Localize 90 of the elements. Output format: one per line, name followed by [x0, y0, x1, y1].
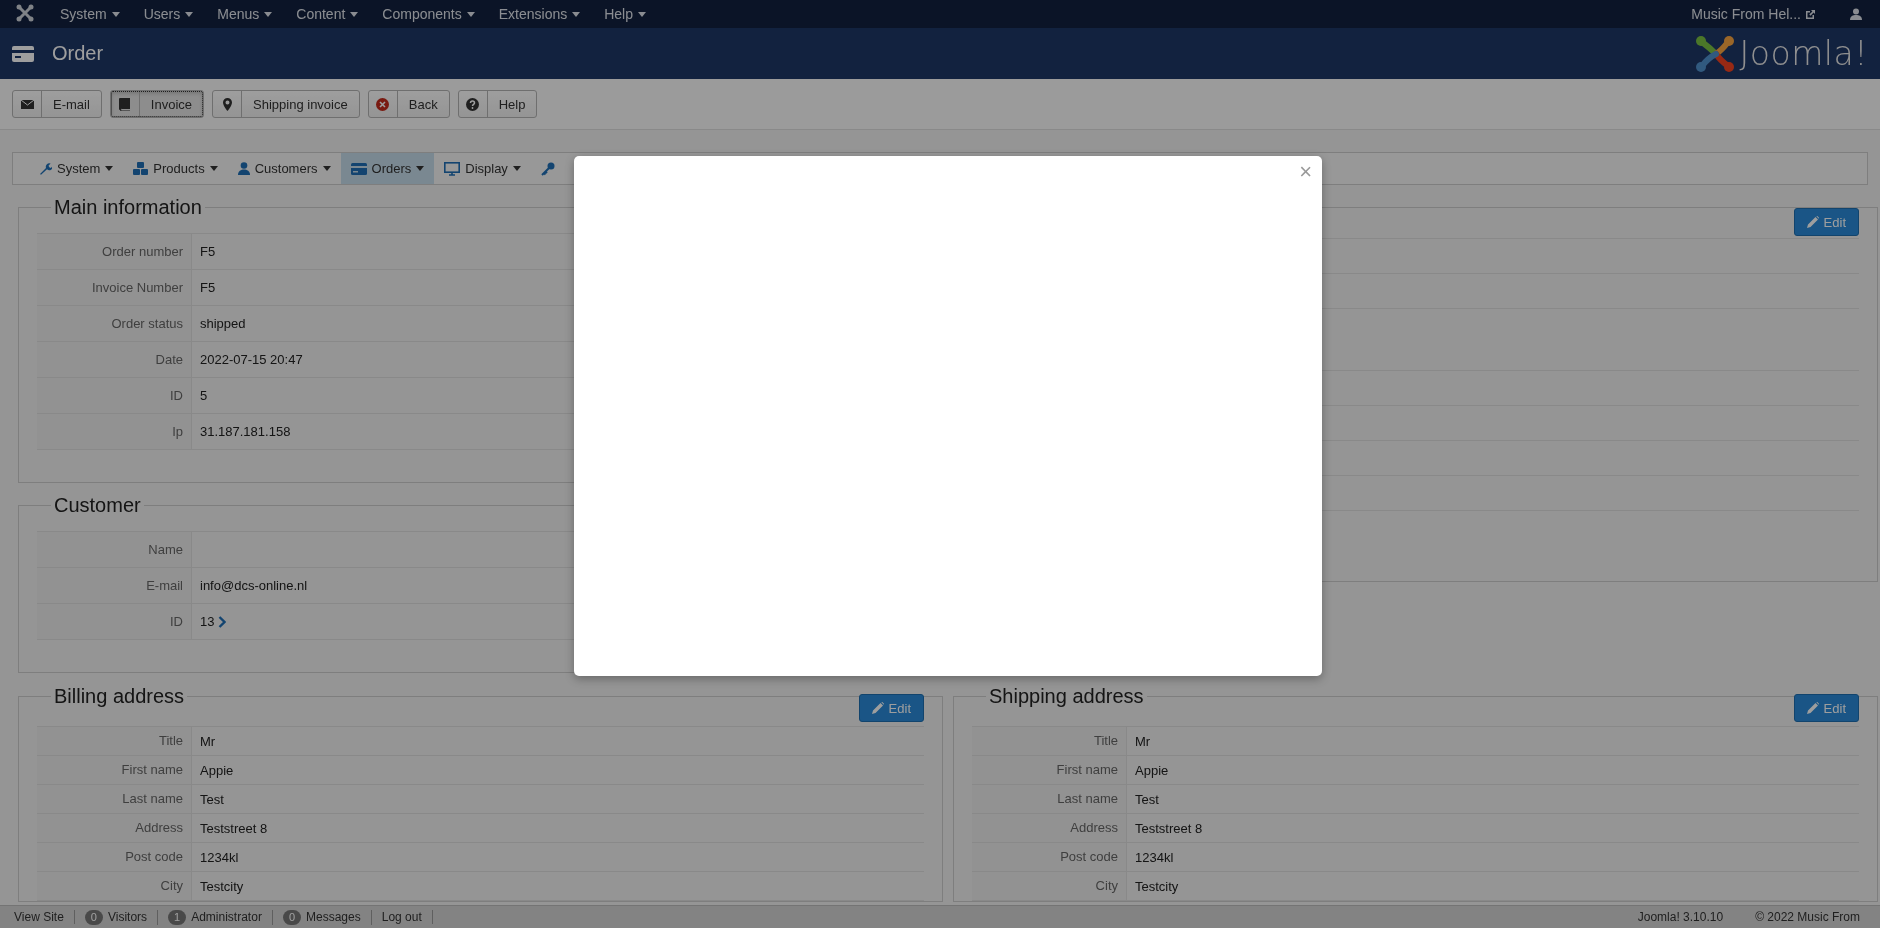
field-value: Teststreet 8 — [200, 820, 268, 836]
submenu-item[interactable]: Display — [434, 153, 531, 184]
pencil-icon — [871, 702, 884, 714]
user-icon — [237, 162, 250, 175]
menu-item[interactable]: Components — [370, 6, 487, 22]
key-icon — [540, 161, 555, 176]
field-value: 13 — [200, 614, 215, 629]
menu-item[interactable]: Menus — [205, 6, 285, 22]
panel-title: Shipping address — [988, 684, 1145, 708]
status-link[interactable]: View Site — [14, 910, 64, 924]
caret-icon — [111, 11, 120, 17]
toolbar-button[interactable]: Invoice — [109, 90, 205, 118]
help-icon — [466, 97, 480, 111]
pencil-icon — [1806, 702, 1819, 714]
field-value: 2022-07-15 20:47 — [200, 352, 303, 367]
menu-item[interactable]: System — [48, 6, 132, 22]
logo-icon — [16, 3, 34, 22]
field-value: Appie — [1135, 762, 1169, 778]
wrench-icon — [39, 162, 52, 175]
field-value: info@dcs-online.nl — [200, 578, 308, 593]
toolbar-button[interactable]: Shipping invoice — [212, 90, 360, 118]
toolbar-button[interactable]: Help — [457, 90, 538, 118]
status-link[interactable]: Log out — [381, 910, 422, 924]
status-link[interactable]: Administrator — [191, 910, 262, 924]
credit-card-icon — [12, 45, 34, 62]
edit-button[interactable]: Edit — [858, 694, 924, 722]
monitor-icon — [444, 161, 461, 176]
field-value: Test — [1135, 791, 1159, 807]
menu-item[interactable]: Content — [284, 6, 371, 22]
footer-text: Joomla! 3.10.10 — [1636, 910, 1725, 924]
field-value: 1234kl — [200, 849, 239, 865]
menu-item[interactable]: Extensions — [486, 6, 593, 22]
close-button[interactable]: × — [1299, 160, 1312, 184]
caret-icon — [209, 166, 218, 171]
status-link[interactable]: Messages — [306, 910, 361, 924]
caret-icon — [322, 166, 331, 171]
cancel-circle-icon — [376, 97, 390, 111]
count-badge: 0 — [84, 909, 103, 925]
count-badge: 1 — [168, 909, 187, 925]
credit-card-icon — [350, 162, 367, 175]
field-value: Mr — [1135, 733, 1151, 749]
caret-icon — [416, 166, 425, 171]
external-link-icon — [1805, 8, 1816, 20]
book-icon — [119, 97, 131, 111]
caret-icon — [185, 11, 194, 17]
submenu-item[interactable]: Customers — [227, 153, 341, 184]
edit-button[interactable]: Edit — [1793, 208, 1859, 236]
field-value: 31.187.181.158 — [200, 424, 291, 439]
submenu-item[interactable]: Products — [123, 153, 228, 184]
toolbar-button[interactable]: E-mail — [12, 90, 102, 118]
field-value: Appie — [200, 762, 234, 778]
count-badge: 0 — [282, 909, 301, 925]
pencil-icon — [1806, 216, 1819, 228]
field-value: Test — [200, 791, 224, 807]
field-value: Teststreet 8 — [1135, 820, 1203, 836]
menu-item[interactable]: Help — [592, 6, 658, 22]
caret-icon — [638, 11, 646, 17]
page-title: Order — [52, 42, 105, 65]
edit-button[interactable]: Edit — [1793, 694, 1859, 722]
panel-title: Customer — [53, 493, 142, 517]
field-value: 1234kl — [1135, 849, 1174, 865]
user-icon[interactable] — [1850, 8, 1862, 20]
footer-text: © 2022 Music From — [1754, 910, 1861, 924]
site-link[interactable]: Music From Hel... — [1683, 6, 1824, 22]
caret-icon — [105, 166, 114, 171]
panel-title: Billing address — [53, 684, 186, 708]
field-value: 5 — [200, 388, 208, 403]
caret-icon — [466, 11, 475, 17]
logo-icon — [1693, 33, 1736, 74]
field-value: Testcity — [200, 878, 244, 894]
envelope-icon — [20, 99, 34, 109]
caret-icon — [512, 166, 521, 171]
field-value: F5 — [200, 280, 216, 295]
toolbar-button[interactable]: Back — [367, 90, 450, 118]
status-link[interactable]: Visitors — [107, 910, 148, 924]
field-value: F5 — [200, 244, 216, 259]
field-value: Testcity — [1135, 878, 1179, 894]
caret-icon — [572, 11, 581, 17]
field-value: shipped — [200, 316, 246, 331]
logo-text: Joomla! — [1739, 34, 1868, 73]
caret-icon — [264, 11, 273, 17]
submenu-item[interactable]: System — [29, 153, 124, 184]
cubes-icon — [133, 162, 149, 175]
menu-item[interactable]: Users — [131, 6, 206, 22]
field-value: Mr — [200, 733, 216, 749]
caret-icon — [350, 11, 359, 17]
chevron-right-icon[interactable] — [218, 615, 227, 628]
submenu-item[interactable]: Orders — [340, 153, 435, 184]
map-pin-icon — [222, 97, 232, 111]
panel-title: Main information — [53, 195, 203, 219]
